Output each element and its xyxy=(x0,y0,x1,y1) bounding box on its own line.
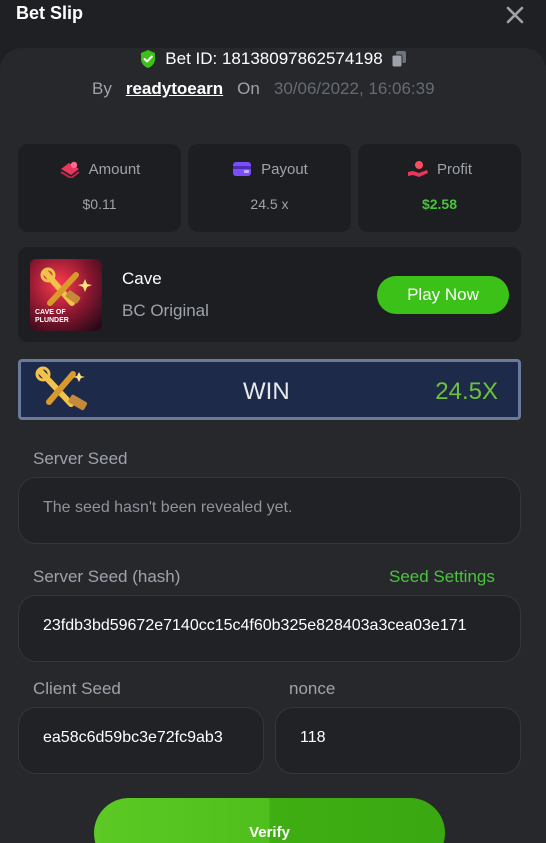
client-seed-value: ea58c6d59bc3e72fc9ab3 xyxy=(43,729,223,746)
game-provider: BC Original xyxy=(122,301,209,320)
game-card: CAVE OF PLUNDER Cave BC Original Play No… xyxy=(18,247,521,342)
bet-id: Bet ID: 18138097862574198 xyxy=(165,49,383,68)
server-seed-value: The seed hasn't been revealed yet. xyxy=(43,499,293,516)
payout-label: Payout xyxy=(261,160,308,178)
nonce-field[interactable]: 118 xyxy=(275,707,521,774)
modal-header: Bet Slip xyxy=(0,0,546,30)
amount-label: Amount xyxy=(88,160,141,178)
play-now-button[interactable]: Play Now xyxy=(377,276,509,314)
username-link[interactable]: readytoearn xyxy=(126,79,223,99)
seed-settings-link[interactable]: Seed Settings xyxy=(389,567,495,587)
copy-icon[interactable] xyxy=(391,50,407,68)
chips-icon xyxy=(60,161,80,178)
bet-datetime: 30/06/2022, 16:06:39 xyxy=(273,79,435,98)
profit-card: Profit $2.58 xyxy=(358,144,521,232)
server-seed-label: Server Seed xyxy=(33,449,128,468)
payout-value: 24.5 x xyxy=(250,196,289,212)
result-banner: WIN 24.5X xyxy=(18,359,521,420)
game-thumbnail[interactable]: CAVE OF PLUNDER xyxy=(30,259,102,331)
server-seed-hash-field[interactable]: 23fdb3bd59672e7140cc15c4f60b325e828403a3… xyxy=(18,595,521,662)
client-seed-field[interactable]: ea58c6d59bc3e72fc9ab3 xyxy=(18,707,264,774)
payout-card: Payout 24.5 x xyxy=(188,144,351,232)
verify-button-label: Verify xyxy=(249,824,290,841)
server-seed-hash-label: Server Seed (hash) xyxy=(33,567,181,586)
verified-shield-icon xyxy=(141,50,156,68)
result-multiplier: 24.5X xyxy=(435,378,498,405)
modal-title: Bet Slip xyxy=(16,3,84,23)
server-seed-field[interactable]: The seed hasn't been revealed yet. xyxy=(18,477,521,544)
profit-value: $2.58 xyxy=(421,196,458,212)
by-label: By xyxy=(92,79,112,98)
amount-value: $0.11 xyxy=(82,196,117,212)
profit-label: Profit xyxy=(436,160,472,178)
pickaxe-icon xyxy=(35,366,88,411)
server-seed-hash-value: 23fdb3bd59672e7140cc15c4f60b325e828403a3… xyxy=(43,617,467,634)
game-name: Cave xyxy=(122,269,162,288)
close-icon[interactable] xyxy=(503,3,527,27)
verify-button[interactable]: Verify xyxy=(94,798,445,843)
bet-slip-panel: Bet ID: 18138097862574198 By readytoearn… xyxy=(0,48,546,843)
game-thumbnail-title: CAVE OF PLUNDER xyxy=(35,309,69,324)
on-label: On xyxy=(237,79,260,98)
nonce-label: nonce xyxy=(289,679,336,698)
amount-card: Amount $0.11 xyxy=(18,144,181,232)
client-seed-label: Client Seed xyxy=(33,679,121,698)
hand-coin-icon xyxy=(407,161,428,177)
bet-id-row: Bet ID: 18138097862574198 xyxy=(0,48,546,70)
result-outcome: WIN xyxy=(243,378,290,405)
nonce-value: 118 xyxy=(300,729,326,746)
wallet-icon xyxy=(233,162,252,176)
bet-meta-row: By readytoearn On 30/06/2022, 16:06:39 xyxy=(92,79,435,99)
